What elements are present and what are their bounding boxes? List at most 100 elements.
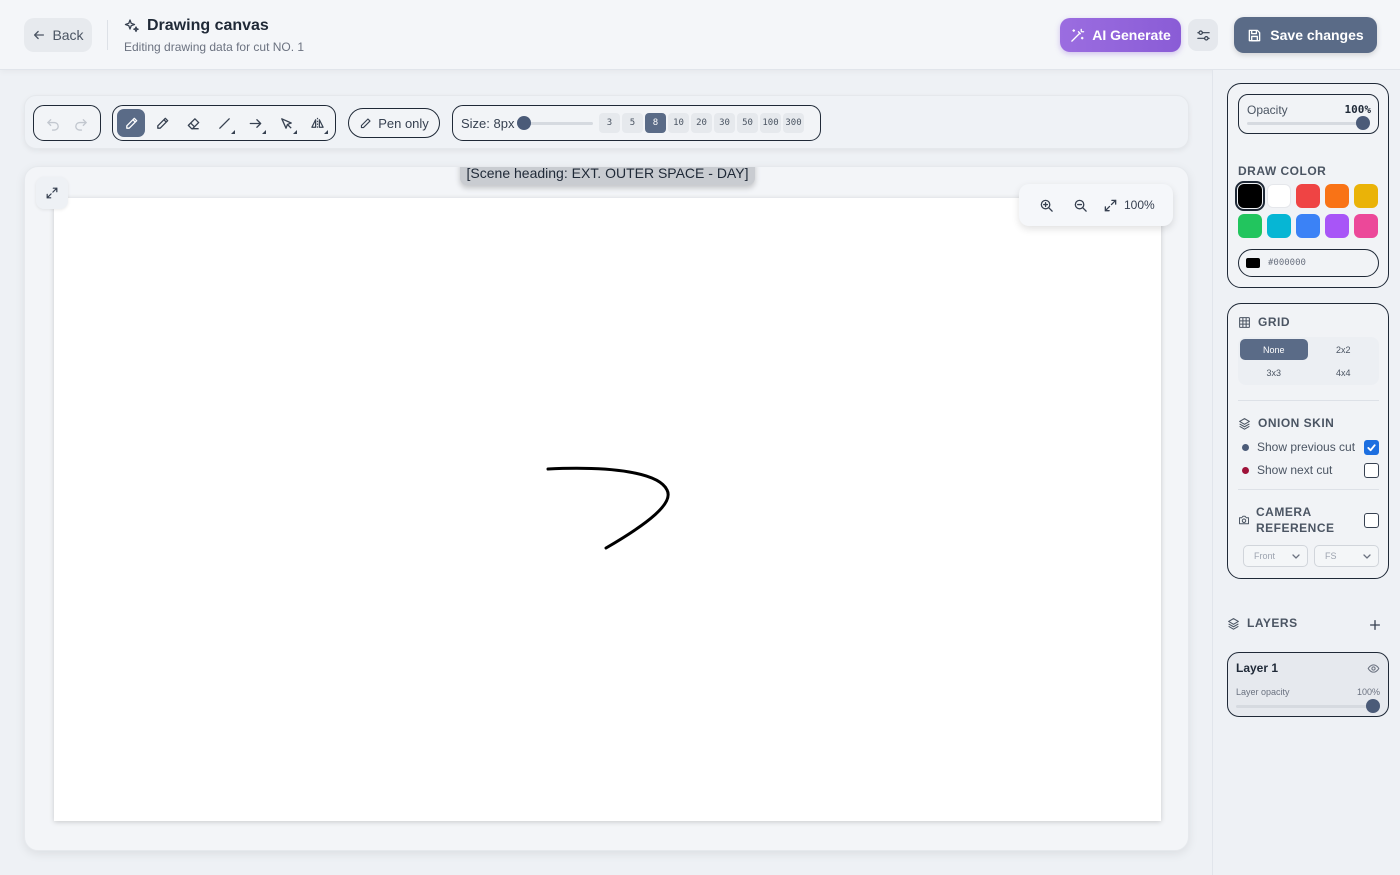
color-swatch[interactable]: [1325, 184, 1349, 208]
onion-skin-label: ONION SKIN: [1258, 416, 1335, 430]
layers-label: LAYERS: [1247, 616, 1298, 630]
plus-icon: [1369, 619, 1381, 631]
show-next-cut-row[interactable]: Show next cut: [1242, 462, 1379, 478]
drawn-stroke: [546, 466, 670, 550]
show-previous-cut-row[interactable]: Show previous cut: [1242, 439, 1379, 455]
brush-settings-card: Opacity 100% DRAW COLOR #000000: [1227, 83, 1389, 288]
show-previous-cut-checkbox[interactable]: [1364, 439, 1379, 455]
slider-handle[interactable]: [517, 116, 531, 130]
ai-generate-button[interactable]: AI Generate: [1060, 18, 1181, 52]
save-changes-button[interactable]: Save changes: [1234, 17, 1377, 53]
pencil-tool[interactable]: [148, 109, 176, 137]
sparkles-icon: [124, 19, 139, 33]
canvas-drawing-layer: [546, 466, 670, 550]
back-button[interactable]: Back: [24, 18, 92, 52]
check-icon: [1367, 443, 1376, 451]
drawing-canvas[interactable]: [54, 198, 1161, 821]
chevron-down-icon: [1363, 554, 1371, 559]
sliders-icon: [1196, 29, 1210, 41]
eraser-tool[interactable]: [179, 109, 207, 137]
hex-color-preview: [1246, 258, 1260, 268]
mirror-icon: [310, 117, 324, 129]
camera-reference-row[interactable]: CAMERA REFERENCE: [1238, 503, 1379, 537]
camera-reference-checkbox[interactable]: [1364, 512, 1379, 528]
size-option-50[interactable]: 50: [737, 113, 758, 133]
next-cut-dot: [1242, 466, 1249, 474]
history-group: [33, 105, 101, 141]
redo-button[interactable]: [67, 109, 94, 137]
color-swatch[interactable]: [1296, 184, 1320, 208]
size-option-30[interactable]: 30: [714, 113, 735, 133]
opacity-control[interactable]: Opacity 100%: [1238, 94, 1379, 134]
brush-size-options: 3 5 8 10 20 30 50 100 300: [599, 113, 804, 133]
camera-view-select[interactable]: Front: [1243, 545, 1308, 567]
arrow-tool[interactable]: [241, 109, 269, 137]
submenu-indicator-icon: [293, 130, 297, 134]
camera-icon: [1239, 515, 1249, 525]
submenu-indicator-icon: [231, 130, 235, 134]
ai-generate-label: AI Generate: [1092, 27, 1171, 43]
layer-item[interactable]: Layer 1 Layer opacity 100%: [1227, 652, 1389, 717]
camera-shot-select[interactable]: FS: [1314, 545, 1379, 567]
canvas-options-card: GRID None 2x2 3x3 4x4 ONION SKIN Show previ…: [1227, 303, 1389, 579]
arrow-left-icon: [34, 30, 45, 40]
pen-tool[interactable]: [117, 109, 145, 137]
settings-button[interactable]: [1188, 19, 1218, 51]
back-label: Back: [52, 27, 84, 43]
grid-option-2x2[interactable]: 2x2: [1310, 339, 1378, 360]
size-option-8[interactable]: 8: [645, 113, 666, 133]
opacity-value: 100%: [1344, 103, 1372, 116]
layer-name: Layer 1: [1236, 661, 1279, 675]
select-tool[interactable]: [272, 109, 300, 137]
color-swatch[interactable]: [1235, 181, 1265, 211]
color-swatch[interactable]: [1296, 214, 1320, 238]
fullscreen-button[interactable]: [36, 177, 68, 209]
expand-icon: [1104, 199, 1117, 211]
layer-opacity-value: 100%: [1356, 687, 1380, 697]
eye-icon[interactable]: [1367, 662, 1380, 675]
zoom-out-button[interactable]: [1063, 190, 1097, 220]
divider: [1238, 489, 1379, 490]
add-layer-button[interactable]: [1363, 613, 1387, 637]
grid-option-4x4[interactable]: 4x4: [1310, 362, 1378, 383]
brush-size-slider[interactable]: [517, 116, 593, 130]
color-swatch[interactable]: [1354, 184, 1378, 208]
hex-color-value: #000000: [1268, 258, 1306, 268]
hex-color-input[interactable]: #000000: [1238, 249, 1379, 277]
select-icon: [280, 117, 292, 129]
undo-button[interactable]: [40, 109, 67, 137]
pen-icon: [125, 117, 137, 129]
mirror-tool[interactable]: [303, 109, 331, 137]
chevron-down-icon: [1292, 554, 1300, 559]
size-option-100[interactable]: 100: [760, 113, 781, 133]
opacity-label: Opacity: [1247, 103, 1288, 117]
line-tool[interactable]: [210, 109, 238, 137]
save-changes-label: Save changes: [1270, 27, 1364, 43]
color-swatch[interactable]: [1267, 214, 1291, 238]
size-option-300[interactable]: 300: [783, 113, 804, 133]
size-option-10[interactable]: 10: [668, 113, 689, 133]
grid-option-none[interactable]: None: [1240, 339, 1308, 360]
redo-icon: [75, 118, 87, 131]
size-option-5[interactable]: 5: [622, 113, 643, 133]
grid-option-3x3[interactable]: 3x3: [1240, 362, 1308, 383]
color-swatch[interactable]: [1238, 214, 1262, 238]
pen-only-toggle[interactable]: Pen only: [348, 108, 440, 138]
expand-icon: [46, 187, 58, 199]
opacity-slider-handle[interactable]: [1356, 116, 1370, 130]
draw-color-label: DRAW COLOR: [1238, 164, 1327, 178]
size-option-3[interactable]: 3: [599, 113, 620, 133]
color-swatch[interactable]: [1325, 214, 1349, 238]
show-previous-cut-label: Show previous cut: [1257, 440, 1356, 454]
layer-opacity-handle[interactable]: [1366, 699, 1380, 713]
color-swatch[interactable]: [1354, 214, 1378, 238]
properties-panel: Opacity 100% DRAW COLOR #000000 GRID Non…: [1212, 70, 1400, 875]
page-title: Drawing canvas: [147, 17, 269, 34]
brush-size-label: Size: 8px: [461, 115, 515, 131]
size-option-20[interactable]: 20: [691, 113, 712, 133]
layer-opacity-label: Layer opacity: [1236, 687, 1290, 697]
zoom-fit-button[interactable]: 100%: [1103, 198, 1155, 213]
show-next-cut-checkbox[interactable]: [1364, 462, 1379, 478]
color-swatch[interactable]: [1267, 184, 1291, 208]
zoom-in-button[interactable]: [1029, 190, 1063, 220]
